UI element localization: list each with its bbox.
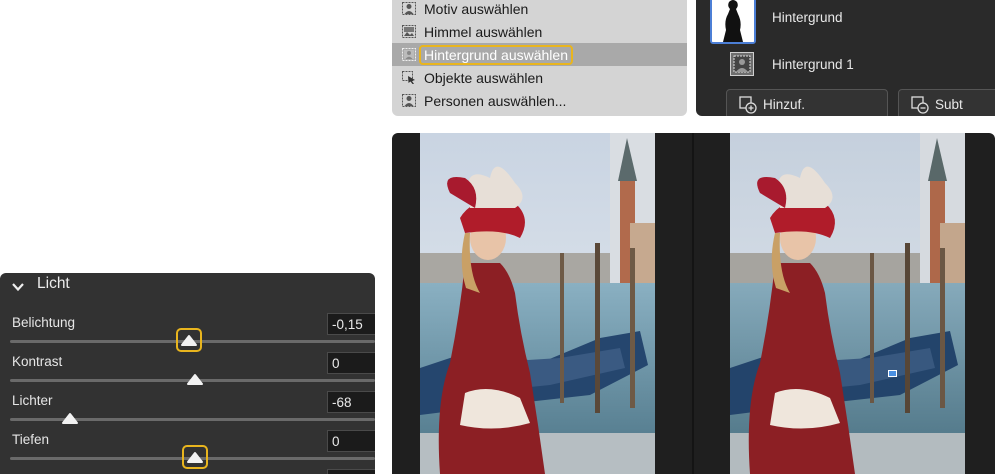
belichtung-value-field[interactable]: -0,15 — [327, 313, 375, 335]
menu-item-label: Personen auswählen... — [424, 92, 567, 109]
slider-label-kontrast: Kontrast — [12, 354, 63, 369]
subtract-mask-label: Subt — [935, 96, 963, 112]
layer-label[interactable]: Hintergrund — [772, 10, 843, 25]
menu-item-label: Himmel auswählen — [424, 23, 543, 40]
slider-label-lichter: Lichter — [12, 393, 53, 408]
photo-before[interactable] — [420, 133, 655, 474]
object-select-icon — [402, 71, 416, 84]
subtract-mask-button[interactable]: Subt — [898, 89, 995, 116]
tiefen-value-field[interactable]: 0 — [327, 430, 375, 452]
menu-item-label: Hintergrund auswählen — [419, 44, 573, 65]
menu-item-personen[interactable]: Personen auswählen... — [392, 89, 687, 112]
menu-item-objekte[interactable]: Objekte auswählen — [392, 66, 687, 89]
chevron-down-icon — [12, 279, 24, 292]
slider-label-tiefen: Tiefen — [12, 432, 50, 447]
lichter-value-field[interactable]: -68 — [327, 391, 375, 413]
menu-item-motiv[interactable]: Motiv auswählen — [392, 0, 687, 20]
mask-layers-panel: Hintergrund Hintergrund 1 Hinzuf. Subt — [696, 0, 995, 116]
menu-item-himmel[interactable]: Himmel auswählen — [392, 20, 687, 43]
layer-label[interactable]: Hintergrund 1 — [772, 57, 854, 72]
people-select-icon — [402, 94, 416, 107]
mask-pin-icon[interactable] — [888, 370, 897, 377]
add-mask-label: Hinzuf. — [763, 96, 806, 112]
person-select-icon — [402, 2, 416, 15]
slider-label-belichtung: Belichtung — [12, 315, 76, 330]
menu-item-label: Motiv auswählen — [424, 0, 529, 17]
layer-thumbnail-silhouette[interactable] — [710, 0, 756, 44]
photo-after[interactable] — [730, 133, 965, 474]
subtract-mask-icon — [911, 96, 929, 114]
image-canvas[interactable] — [392, 133, 995, 474]
select-menu: Motiv auswählen Himmel auswählen Hinterg… — [392, 0, 687, 116]
add-mask-button[interactable]: Hinzuf. — [726, 89, 888, 116]
kontrast-value-field[interactable]: 0 — [327, 352, 375, 374]
licht-panel: Licht Belichtung -0,15 Kontrast 0 Lichte… — [0, 273, 375, 474]
background-mask-icon[interactable] — [730, 52, 754, 76]
sky-select-icon — [402, 25, 416, 38]
add-mask-icon — [739, 96, 757, 114]
background-select-icon — [402, 48, 416, 61]
split-divider — [692, 133, 694, 474]
licht-panel-header[interactable]: Licht — [0, 273, 375, 297]
next-value-field[interactable] — [327, 469, 375, 474]
panel-title: Licht — [37, 275, 70, 292]
menu-item-label: Objekte auswählen — [424, 69, 544, 86]
menu-item-hintergrund[interactable]: Hintergrund auswählen — [392, 43, 687, 66]
